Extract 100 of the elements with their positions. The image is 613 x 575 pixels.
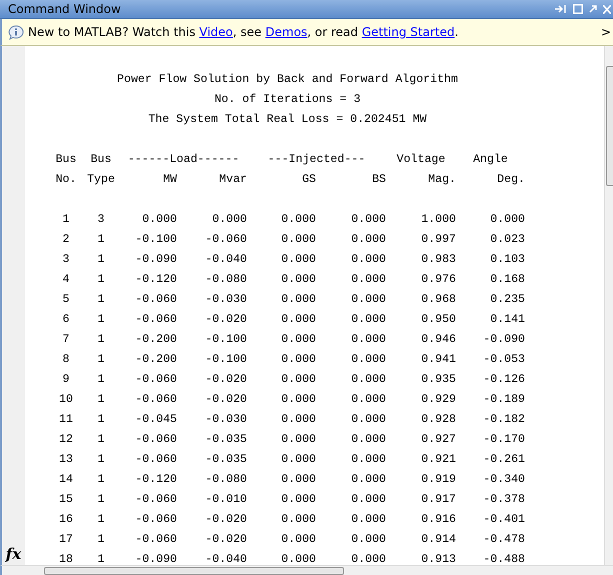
link[interactable]: Demos (265, 25, 308, 39)
table-cell-text: 0.000 (350, 292, 386, 308)
table-cell-text: 1 (96, 552, 106, 565)
output-line: No. of Iterations = 3 (214, 92, 361, 108)
table-cell-text: -0.060 (134, 532, 177, 548)
table-cell-text: -0.040 (204, 552, 247, 565)
table-cell-text: -0.020 (204, 372, 247, 388)
column-header: Bus (90, 152, 112, 168)
vertical-scrollbar[interactable] (604, 46, 613, 565)
table-cell-text: -0.090 (482, 332, 525, 348)
dismiss-button[interactable]: > (600, 25, 613, 39)
horizontal-scrollbar[interactable] (0, 565, 613, 575)
table-cell-text: -0.126 (482, 372, 525, 388)
link[interactable]: Video (199, 25, 233, 39)
table-cell-text: -0.035 (204, 432, 247, 448)
table-cell-text: 15 (58, 492, 74, 508)
table-cell-text: 0.000 (350, 472, 386, 488)
maximize-icon[interactable] (573, 4, 583, 14)
table-cell-text: 0.997 (420, 232, 456, 248)
table-cell-text: 0.000 (280, 292, 316, 308)
table-cell-text: 0.000 (211, 212, 247, 228)
table-cell-text: 17 (58, 532, 74, 548)
table-cell-text: -0.020 (204, 512, 247, 528)
table-cell-text: -0.182 (482, 412, 525, 428)
table-cell-text: -0.401 (482, 512, 525, 528)
table-cell-text: 4 (62, 272, 70, 288)
table-cell-text: 0.968 (420, 292, 456, 308)
table-cell-text: 0.000 (280, 512, 316, 528)
table-cell-text: 0.946 (420, 332, 456, 348)
table-cell-text: 0.000 (350, 432, 386, 448)
table-cell-text: 2 (62, 232, 70, 248)
output-line: Power Flow Solution by Back and Forward Algorithm (117, 72, 458, 88)
table-cell-text: 1 (96, 232, 106, 248)
column-header: Bus (54, 152, 78, 168)
table-cell-text: 0.000 (350, 512, 386, 528)
table-cell-text: -0.200 (134, 332, 177, 348)
table-cell-text: -0.020 (204, 312, 247, 328)
table-cell-text: 1 (96, 452, 106, 468)
table-cell-text: 12 (58, 432, 74, 448)
table-cell-text: -0.060 (134, 312, 177, 328)
table-cell-text: -0.045 (134, 412, 177, 428)
column-header: No. (54, 172, 78, 188)
column-header: Mvar (218, 172, 247, 188)
table-cell-text: 1 (96, 532, 106, 548)
table-cell-text: 0.921 (420, 452, 456, 468)
table-cell-text: -0.100 (204, 352, 247, 368)
table-cell-text: 0.000 (350, 532, 386, 548)
table-cell-text: -0.090 (134, 252, 177, 268)
table-cell-text: -0.080 (204, 472, 247, 488)
table-cell-text: -0.120 (134, 272, 177, 288)
table-cell-text: 0.000 (280, 272, 316, 288)
table-cell-text: 3 (96, 212, 106, 228)
table-cell-text: 0.000 (350, 492, 386, 508)
column-header: Mag. (427, 172, 456, 188)
table-cell-text: 0.941 (420, 352, 456, 368)
table-cell-text: -0.060 (134, 492, 177, 508)
table-cell-text: 0.950 (420, 312, 456, 328)
table-cell-text: 18 (58, 552, 74, 565)
column-header: Deg. (496, 172, 525, 188)
table-cell-text: 0.000 (141, 212, 177, 228)
table-cell-text: 14 (58, 472, 74, 488)
table-cell-text: 0.000 (350, 412, 386, 428)
table-cell-text: 0.000 (350, 372, 386, 388)
dock-icon[interactable] (555, 5, 567, 13)
table-cell-text: 0.000 (350, 272, 386, 288)
column-header: MW (162, 172, 177, 188)
undock-icon[interactable] (589, 5, 597, 13)
table-cell-text: 1 (96, 352, 106, 368)
table-cell-text: 1 (62, 212, 70, 228)
close-icon[interactable] (603, 4, 611, 14)
table-cell-text: 0.000 (280, 472, 316, 488)
table-cell-text: -0.030 (204, 412, 247, 428)
column-header: ---Injected--- (266, 152, 366, 168)
table-cell-text: -0.060 (134, 292, 177, 308)
info-message: New to MATLAB? Watch this Video, see Demos, or read Getting Started. (28, 25, 460, 39)
window-title: Command Window (8, 2, 122, 16)
function-prompt[interactable]: fx (6, 545, 22, 563)
table-cell-text: 0.929 (420, 392, 456, 408)
table-cell-text: 0.000 (350, 252, 386, 268)
table-cell-text: 10 (58, 392, 74, 408)
column-header: Angle (472, 152, 509, 168)
column-header: ------Load------ (126, 152, 240, 168)
table-cell-text: -0.120 (134, 472, 177, 488)
table-cell-text: 0.000 (280, 372, 316, 388)
table-cell-text: -0.478 (482, 532, 525, 548)
table-cell-text: 0.000 (489, 212, 525, 228)
link[interactable]: Getting Started (362, 25, 455, 39)
table-cell-text: 11 (58, 412, 74, 428)
table-cell-text: 13 (58, 452, 74, 468)
table-cell-text: 8 (62, 352, 70, 368)
column-header: Voltage (396, 152, 446, 168)
table-cell-text: 0.983 (420, 252, 456, 268)
table-cell-text: 1 (96, 392, 106, 408)
table-cell-text: 0.000 (280, 212, 316, 228)
table-cell-text: -0.100 (134, 232, 177, 248)
column-header: GS (301, 172, 316, 188)
table-cell-text: 0.914 (420, 532, 456, 548)
table-cell-text: 1 (96, 252, 106, 268)
table-cell-text: 0.916 (420, 512, 456, 528)
table-cell-text: 0.235 (489, 292, 525, 308)
